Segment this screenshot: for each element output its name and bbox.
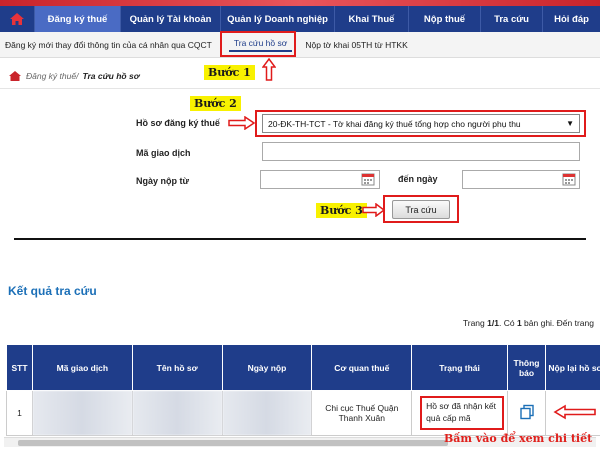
breadcrumb-parent[interactable]: Đăng ký thuế/ [26,71,78,81]
arrow-icon [262,58,276,81]
col-stt: STT [6,344,33,391]
pagination-count-prefix: Có [503,318,515,328]
pagination-page-label: Trang [462,318,485,328]
col-co-quan-thue: Cơ quan thuế [311,344,413,391]
main-nav: Đăng ký thuế Quản lý Tài khoản Quản lý D… [0,6,600,32]
nav-item-quan-ly-doanh-nghiep[interactable]: Quản lý Doanh nghiệp [220,6,334,32]
subnav-item-dang-ky-moi[interactable]: Đăng ký mới thay đổi thông tin của cá nh… [0,40,217,50]
ho-so-dang-ky-thue-label: Hồ sơ đăng ký thuế [136,118,220,128]
cell-trang-thai: Hồ sơ đã nhận kết quả cấp mã [411,390,509,436]
results-title: Kết quả tra cứu [8,284,97,298]
ma-giao-dich-label: Mã giao dịch [136,148,191,158]
step-3-label: Bước 3 [316,203,367,218]
nav-item-tra-cuu[interactable]: Tra cứu [480,6,542,32]
cell-trang-thai-text: Hồ sơ đã nhận kết quả cấp mã [420,396,505,430]
subnav-item-nop-to-khai[interactable]: Nộp tờ khai 05TH từ HTKK [300,40,412,50]
ho-so-select[interactable]: 20-ĐK-TH-TCT - Tờ khai đăng ký thuế tổng… [262,114,580,133]
document-copy-icon[interactable] [519,404,535,420]
home-icon [9,71,21,81]
cell-thong-bao [507,390,546,436]
ngay-nop-tu-label: Ngày nộp từ [136,176,190,186]
col-ma-giao-dich: Mã giao dịch [31,344,133,391]
pagination-count: 1 [516,318,522,328]
arrow-icon [553,404,597,420]
nav-item-nop-thue[interactable]: Nộp thuế [408,6,480,32]
chevron-down-icon: ▼ [566,119,574,128]
ho-so-select-value: 20-ĐK-TH-TCT - Tờ khai đăng ký thuế tổng… [268,118,521,129]
nav-item-hoi-dap[interactable]: Hỏi đáp [542,6,600,32]
table-header-row: STT Mã giao dịch Tên hồ sơ Ngày nộp Cơ q… [6,344,600,391]
step-1-label: Bước 1 [204,65,255,80]
sub-nav: Đăng ký mới thay đổi thông tin của cá nh… [0,32,600,58]
pagination-count-suffix: bản ghi. Đến trang [524,318,594,328]
col-ten-ho-so: Tên hồ sơ [131,344,223,391]
tra-cuu-button[interactable]: Tra cứu [392,200,450,219]
col-ngay-nop: Ngày nộp [221,344,313,391]
cell-stt: 1 [6,390,33,436]
step-2-label: Bước 2 [190,96,241,111]
col-trang-thai: Trạng thái [411,344,509,391]
breadcrumb: Đăng ký thuế/Tra cứu hồ sơ [8,70,139,82]
table-row: 1 Chi cục Thuế Quận Thanh Xuân Hồ sơ đã … [6,390,600,436]
results-table: STT Mã giao dịch Tên hồ sơ Ngày nộp Cơ q… [6,344,600,436]
separator-line [14,238,586,240]
cell-ma-giao-dich [31,390,133,436]
nav-item-khai-thue[interactable]: Khai Thuế [334,6,408,32]
nav-item-quan-ly-tai-khoan[interactable]: Quản lý Tài khoản [120,6,220,32]
arrow-icon [228,116,256,130]
home-icon[interactable] [0,6,34,32]
ma-giao-dich-input[interactable] [262,142,580,161]
nav-item-dang-ky-thue[interactable]: Đăng ký thuế [34,6,120,32]
pagination: Trang 1/1. Có 1 bản ghi. Đến trang [462,318,594,328]
pagination-page: 1/1 [487,318,499,328]
cell-co-quan-thue: Chi cục Thuế Quận Thanh Xuân [311,390,413,436]
divider [0,88,600,89]
col-nop-lai-ho-so: Nộp lại hồ sơ [544,344,600,391]
cell-ngay-nop [221,390,313,436]
den-ngay-label: đến ngày [398,174,438,184]
breadcrumb-current: Tra cứu hồ sơ [82,71,140,81]
col-thong-bao: Thông báo [507,344,546,391]
scrollbar-thumb[interactable] [18,440,448,446]
cell-ten-ho-so [131,390,223,436]
hint-text: Bấm vào để xem chi tiết [444,432,593,445]
cell-nop-lai [544,390,600,436]
highlight-box-step1 [220,31,296,57]
calendar-icon[interactable] [562,172,576,186]
calendar-icon[interactable] [361,172,375,186]
